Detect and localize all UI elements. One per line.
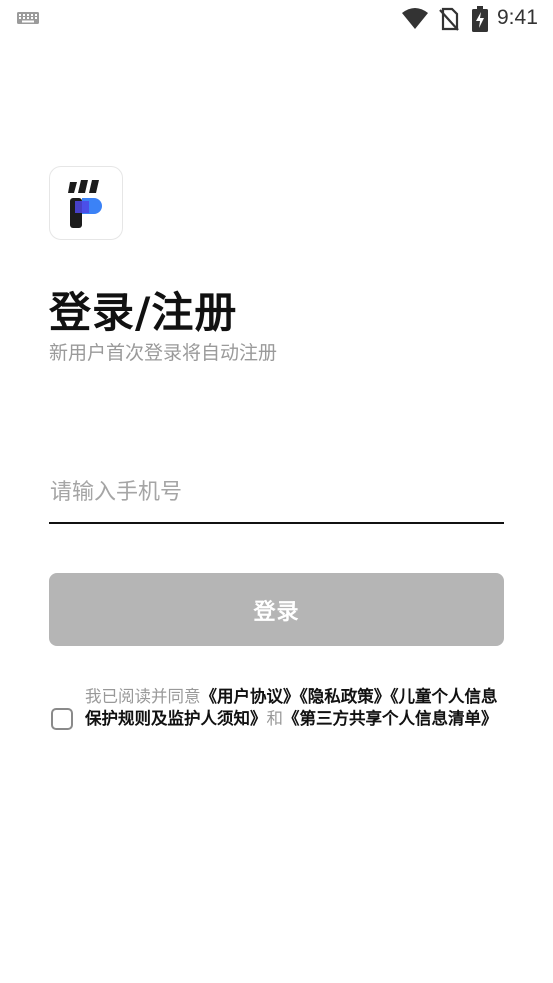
login-button[interactable]: 登录	[49, 573, 504, 646]
privacy-policy-link[interactable]: 《隐私政策》	[300, 687, 391, 706]
agreement-and: 和	[266, 709, 284, 728]
status-bar: 9:41	[0, 0, 553, 38]
agreement-prefix: 我已阅读并同意	[85, 687, 201, 706]
page-subtitle: 新用户首次登录将自动注册	[49, 342, 278, 364]
wifi-icon	[402, 8, 428, 29]
user-agreement-link[interactable]: 《用户协议》	[201, 687, 300, 706]
third-party-list-link[interactable]: 《第三方共享个人信息清单》	[283, 709, 498, 728]
agreement-text: 我已阅读并同意《用户协议》《隐私政策》《儿童个人信息保护规则及监护人须知》和《第…	[85, 686, 505, 730]
app-logo	[49, 166, 123, 240]
page-title: 登录/注册	[49, 288, 238, 337]
agree-checkbox[interactable]	[51, 708, 73, 730]
battery-charging-icon	[472, 6, 488, 32]
keyboard-icon	[17, 12, 39, 24]
status-time: 9:41	[497, 6, 538, 29]
phone-input[interactable]	[49, 462, 504, 524]
app-logo-icon	[68, 180, 102, 228]
no-sim-icon	[439, 7, 459, 31]
